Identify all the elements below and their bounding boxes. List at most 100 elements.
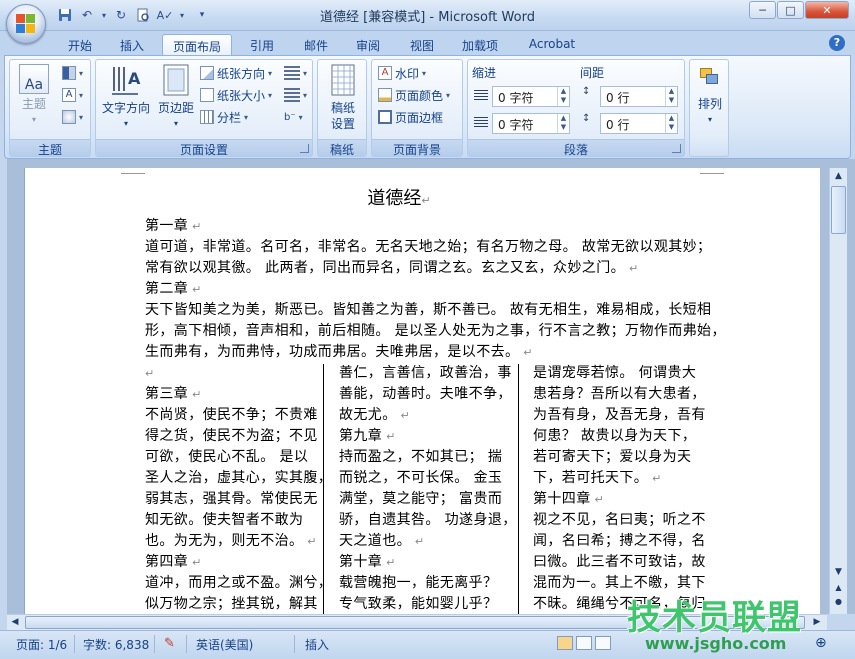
indent-right-input[interactable]: 0 字符 ▲ ▼ [492, 113, 570, 134]
paragraph-mark-icon: ↵ [421, 194, 431, 207]
spinner-icon[interactable]: ▲ ▼ [557, 87, 569, 106]
full-screen-reading-icon[interactable] [576, 636, 592, 650]
column-line: 而锐之，不可长保。 金玉 [339, 470, 503, 486]
web-layout-view-icon[interactable] [595, 636, 611, 650]
column-line: 道冲，而用之或不盈。渊兮， [145, 575, 333, 591]
paragraph-mark-icon: ↵ [519, 346, 533, 359]
watermark-text: 技术员联盟 [627, 598, 802, 638]
insert-mode-indicator[interactable]: 插入 [305, 636, 329, 653]
spacing-after-icon: ↕ [582, 113, 591, 124]
tab-addins[interactable]: 加载项 [452, 34, 508, 55]
group-arrange: 排列 ▾ [689, 59, 729, 157]
theme-effects-button[interactable]: ▾ [62, 108, 83, 126]
help-icon[interactable]: ? [829, 35, 845, 51]
tab-mailings[interactable]: 邮件 [294, 34, 338, 55]
scroll-left-icon[interactable]: ◀ [7, 615, 23, 630]
column-line: 第九章 ↵ [339, 428, 396, 444]
line-numbers-icon [284, 88, 300, 102]
office-button[interactable] [6, 4, 46, 44]
breaks-button[interactable]: ▾ [284, 64, 307, 82]
column-line: 载营魄抱一，能无离乎？ [339, 575, 498, 591]
spacing-after-input[interactable]: 0 行 ▲ ▼ [600, 113, 678, 134]
document-title: 道德经↵ [367, 188, 431, 209]
watermark-button[interactable]: A 水印 ▾ [378, 64, 426, 82]
draft-settings-button[interactable]: 稿纸 设置 [322, 64, 364, 132]
page-count[interactable]: 页面: 1/6 [16, 636, 67, 653]
vertical-scrollbar[interactable]: ▲ ▼ ▲ ● [829, 168, 847, 614]
column-line: 故无尤。 ↵ [339, 407, 411, 423]
group-label-draft: 稿纸 [318, 139, 366, 157]
body-line: 生而弗有，为而弗恃，功成而弗居。夫唯弗居，是以不去。 ↵ [145, 344, 533, 360]
column-line: 若可寄天下；爱以身为天 [533, 449, 692, 465]
margins-button[interactable]: 页边距 ▾ [154, 64, 198, 132]
tab-page-layout[interactable]: 页面布局 [162, 34, 232, 55]
tab-acrobat[interactable]: Acrobat [520, 34, 584, 55]
dropdown-arrow-icon: ▾ [268, 90, 273, 100]
themes-button[interactable]: Aa 主题 ▾ [16, 64, 52, 128]
column-separator [323, 364, 324, 614]
status-separator [154, 635, 155, 653]
svg-text:A: A [128, 69, 141, 88]
dropdown-arrow-icon: ▾ [79, 112, 84, 122]
dropdown-arrow-icon: ▾ [268, 68, 273, 78]
column-line: 可欲，使民心不乱。 是以 [145, 449, 309, 465]
size-button[interactable]: 纸张大小 ▾ [200, 86, 272, 104]
body-line: 形，高下相倾，音声相和，前后相随。 是以圣人处无为之事，行不言之教；万物作而弗始… [145, 323, 726, 339]
crop-mark [700, 168, 724, 174]
orientation-button[interactable]: 纸张方向 ▾ [200, 64, 272, 82]
spinner-icon[interactable]: ▲ ▼ [665, 114, 677, 133]
draft-paper-icon [330, 64, 356, 98]
word-count[interactable]: 字数: 6,838 [83, 636, 149, 653]
spinner-icon[interactable]: ▲ ▼ [665, 87, 677, 106]
maximize-button[interactable]: □ [777, 1, 804, 19]
watermark-url: www.jsgho.com [645, 634, 787, 653]
column-line: 第十章 ↵ [339, 554, 396, 570]
text-direction-button[interactable]: A 文字方向 ▾ [100, 64, 152, 132]
language-indicator[interactable]: 英语(美国) [196, 636, 253, 653]
paragraph-mark-icon: ↵ [590, 493, 605, 506]
ribbon-tabs: 开始 插入 页面布局 引用 邮件 审阅 视图 加载项 Acrobat [0, 31, 855, 55]
dialog-launcher-icon[interactable] [672, 144, 681, 153]
paragraph-mark-icon: ↵ [303, 535, 317, 548]
column-line: 天之道也。 ↵ [339, 533, 425, 549]
body-line: 常有欲以观其徼。 此两者，同出而异名，同谓之玄。玄之又玄，众妙之门。 ↵ [145, 260, 639, 276]
column-line: 不尚贤，使民不争；不贵难 [145, 407, 318, 423]
column-line: 视之不见，名曰夷；听之不 [533, 512, 706, 528]
watermark-icon: A [378, 66, 392, 80]
dropdown-arrow-icon: ▾ [422, 68, 427, 78]
hyphenation-button[interactable]: b⁻ ▾ [284, 108, 303, 126]
dropdown-arrow-icon: ▾ [707, 115, 712, 124]
scrollbar-thumb[interactable] [831, 186, 846, 234]
dropdown-arrow-icon: ▾ [173, 119, 178, 128]
tab-insert[interactable]: 插入 [110, 34, 154, 55]
tab-view[interactable]: 视图 [400, 34, 444, 55]
proofing-icon[interactable]: ✎ [164, 636, 175, 651]
group-page-setup: A 文字方向 ▾ 页边距 ▾ 纸张方向 ▾ 纸张大小 ▾ 分栏 ▾ ▾ ▾ b⁻… [95, 59, 313, 157]
arrange-button[interactable]: 排列 ▾ [692, 64, 728, 128]
page-borders-button[interactable]: 页面边框 [378, 108, 443, 126]
dialog-launcher-icon[interactable] [300, 144, 309, 153]
tab-references[interactable]: 引用 [240, 34, 284, 55]
minimize-button[interactable]: ─ [749, 1, 776, 19]
scroll-up-icon[interactable]: ▲ [830, 168, 847, 184]
paragraph-mark-icon: ↵ [396, 409, 411, 422]
columns-button[interactable]: 分栏 ▾ [200, 108, 248, 126]
column-line: 第十四章 ↵ [533, 491, 605, 507]
indent-left-icon [474, 90, 488, 102]
size-icon [200, 88, 214, 102]
document-page[interactable]: 道德经↵ 第一章 ↵ 道可道，非常道。名可名，非常名。无名天地之始；有名万物之母。… [24, 168, 820, 614]
print-layout-view-icon[interactable] [557, 636, 573, 650]
spacing-before-input[interactable]: 0 行 ▲ ▼ [600, 86, 678, 107]
theme-colors-button[interactable]: ▾ [62, 64, 83, 82]
indent-left-input[interactable]: 0 字符 ▲ ▼ [492, 86, 570, 107]
page-color-button[interactable]: 页面颜色 ▾ [378, 86, 450, 104]
scroll-down-icon[interactable]: ▼ [830, 564, 847, 580]
orientation-icon [200, 66, 214, 80]
hyphenation-icon: b⁻ [284, 111, 296, 123]
spinner-icon[interactable]: ▲ ▼ [557, 114, 569, 133]
close-button[interactable]: ✕ [805, 1, 849, 19]
theme-fonts-button[interactable]: A ▾ [62, 86, 83, 104]
line-numbers-button[interactable]: ▾ [284, 86, 307, 104]
tab-review[interactable]: 审阅 [346, 34, 390, 55]
tab-home[interactable]: 开始 [58, 34, 102, 55]
